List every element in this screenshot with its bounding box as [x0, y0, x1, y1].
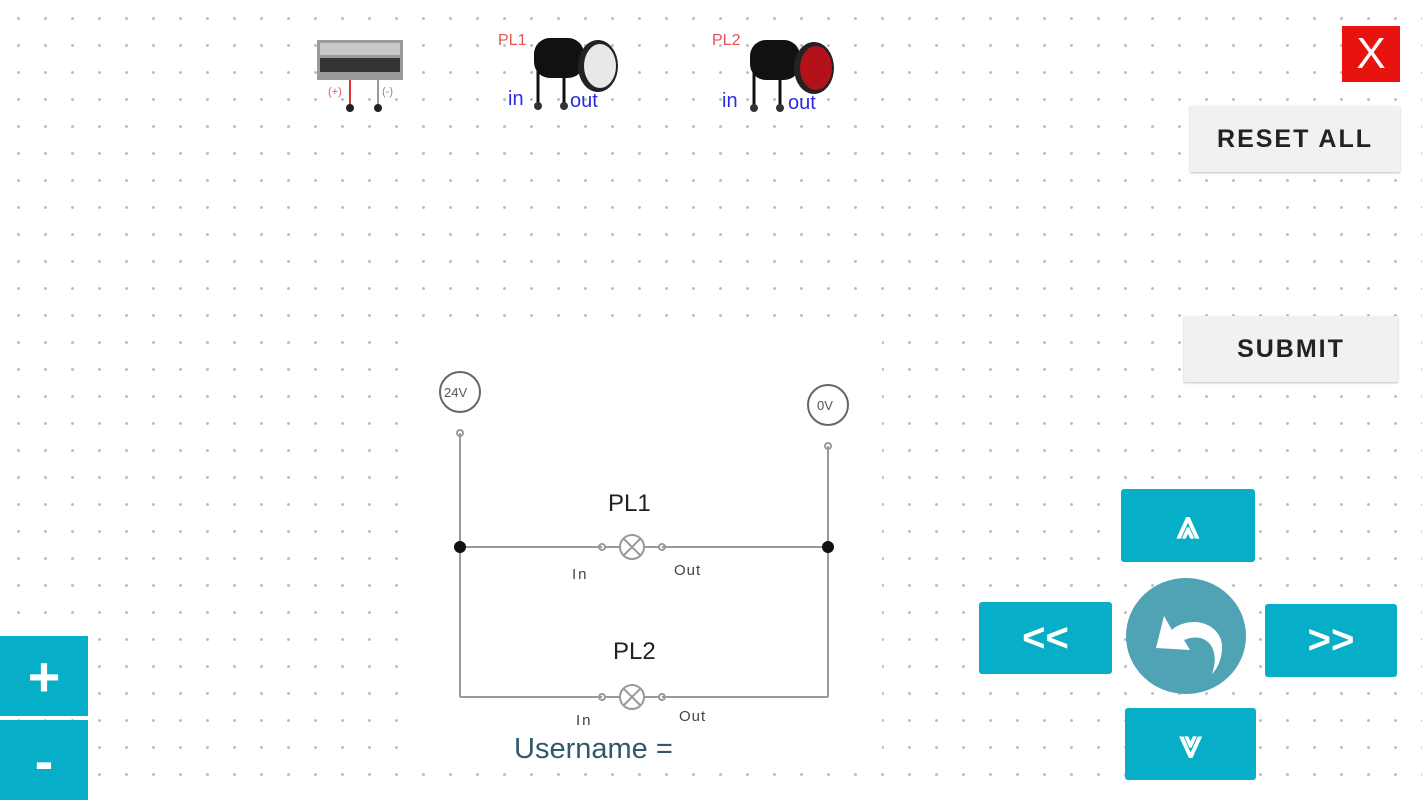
undo-button[interactable] — [1126, 578, 1246, 694]
pl1-in-terminal-label: In — [572, 566, 589, 583]
pl2-out-terminal-label: Out — [679, 708, 707, 725]
circuit-wiring — [439, 371, 849, 710]
pl2-out-label: out — [788, 92, 816, 114]
pilot-lamp-pl2-component[interactable]: PL2 in out — [712, 30, 842, 116]
move-right-button[interactable]: >> — [1265, 604, 1397, 677]
circuit-canvas[interactable]: 24V 0V PL1 PL2 In Out In Out Username = — [400, 318, 882, 770]
submit-button[interactable]: SUBMIT — [1184, 316, 1398, 382]
pl1-in-label: in — [508, 88, 524, 110]
lamp-pl1-label: PL1 — [608, 490, 651, 517]
reset-all-button[interactable]: RESET ALL — [1190, 106, 1400, 172]
undo-icon — [1156, 616, 1223, 674]
zoom-in-button[interactable]: + — [0, 636, 88, 716]
power-supply-component[interactable]: (+) (-) — [316, 38, 404, 114]
zoom-out-button[interactable]: - — [0, 720, 88, 800]
psu-minus-label: (-) — [382, 86, 393, 98]
username-label: Username = — [514, 733, 673, 765]
move-left-button[interactable]: << — [979, 602, 1112, 674]
pl2-in-label: in — [722, 90, 738, 112]
pl2-label: PL2 — [712, 32, 741, 49]
pl1-out-label: out — [570, 90, 598, 112]
move-up-button[interactable]: ⩓ — [1121, 489, 1255, 562]
move-down-button[interactable]: ⩔ — [1125, 708, 1256, 780]
pl1-label: PL1 — [498, 32, 527, 49]
supply-0v-label: 0V — [817, 398, 833, 413]
psu-plus-label: (+) — [328, 86, 342, 98]
lamp-pl2-label: PL2 — [613, 638, 656, 665]
supply-24v-label: 24V — [444, 385, 468, 400]
pl1-out-terminal-label: Out — [674, 562, 702, 579]
pilot-lamp-pl1-component[interactable]: PL1 in out — [498, 30, 628, 116]
close-button[interactable]: X — [1342, 26, 1400, 82]
pl2-in-terminal-label: In — [576, 712, 593, 729]
